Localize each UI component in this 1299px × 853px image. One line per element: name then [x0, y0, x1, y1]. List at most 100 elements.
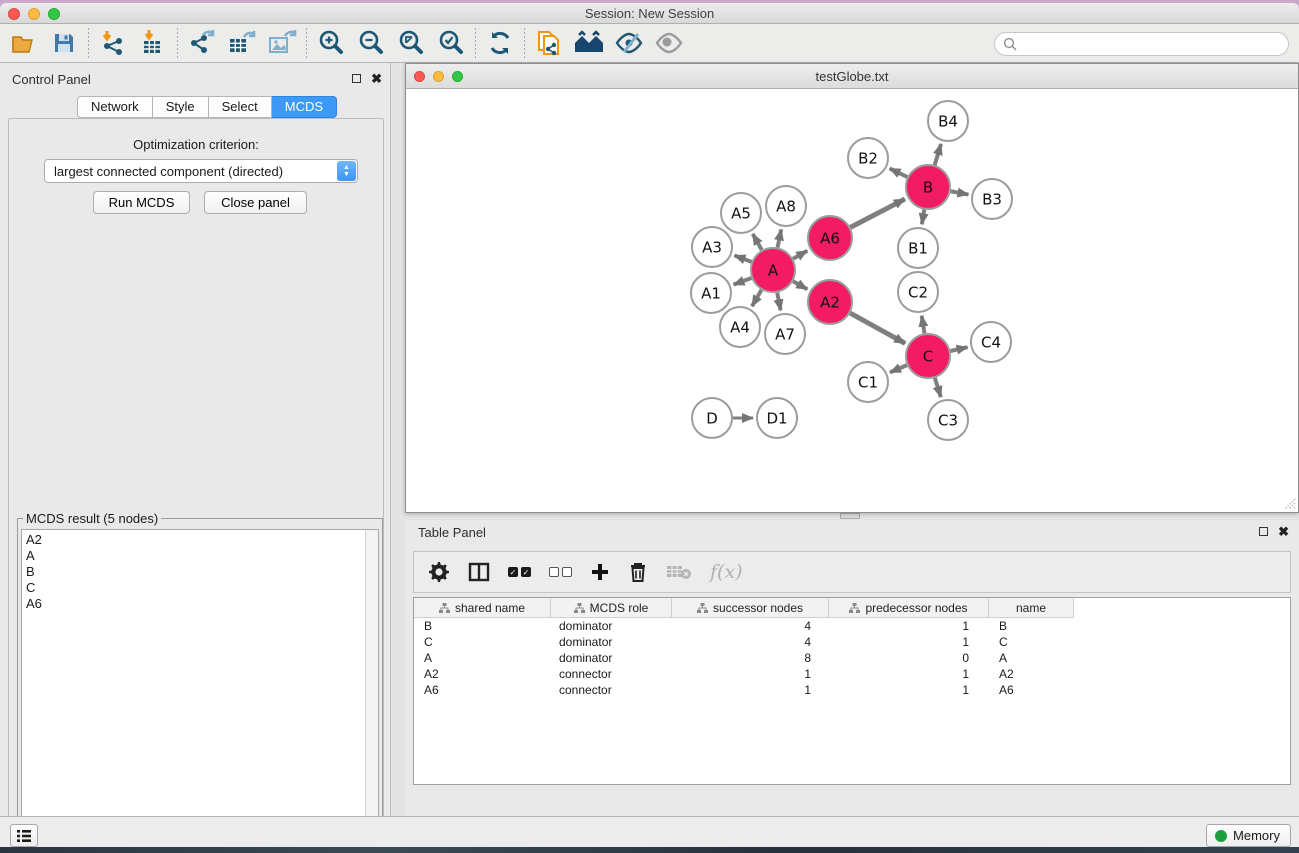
delete-table-icon[interactable] — [666, 558, 692, 586]
tab-style[interactable]: Style — [153, 96, 209, 118]
select-all-columns-icon[interactable]: ✓✓ — [508, 558, 531, 586]
tab-network[interactable]: Network — [77, 96, 153, 118]
node-B1[interactable]: B1 — [898, 228, 938, 268]
edge-A-A3[interactable] — [734, 255, 751, 261]
close-panel-icon[interactable]: ✖ — [371, 73, 382, 84]
edge-A-A2[interactable] — [793, 281, 807, 289]
svg-text:C3: C3 — [938, 411, 958, 429]
splitpane-divider-grip[interactable] — [840, 513, 860, 519]
edge-C-C2[interactable] — [922, 316, 925, 334]
edge-A-A6[interactable] — [793, 251, 807, 259]
table-row[interactable]: A6connector11A6 — [414, 682, 1290, 698]
edge-C-C3[interactable] — [935, 378, 941, 397]
edge-B-B2[interactable] — [890, 168, 908, 177]
column-header-name[interactable]: name — [989, 598, 1074, 618]
open-file-icon[interactable] — [6, 27, 42, 59]
node-B[interactable]: B — [906, 165, 950, 209]
edge-C-C1[interactable] — [890, 365, 907, 372]
mcds-result-legend: MCDS result (5 nodes) — [23, 511, 161, 526]
optimization-criterion-dropdown[interactable]: largest connected component (directed) ▲… — [44, 159, 358, 183]
network-window-titlebar[interactable]: testGlobe.txt — [406, 64, 1298, 89]
resize-grip-icon[interactable] — [1280, 494, 1296, 510]
table-options-icon[interactable] — [428, 558, 450, 586]
export-network-icon[interactable] — [184, 27, 220, 59]
hide-graphics-details-icon[interactable] — [611, 27, 647, 59]
import-network-icon[interactable] — [95, 27, 131, 59]
node-B2[interactable]: B2 — [848, 138, 888, 178]
mcds-result-list[interactable]: A2ABCA6 — [21, 529, 379, 847]
edge-B-B3[interactable] — [951, 191, 969, 194]
node-A1[interactable]: A1 — [691, 273, 731, 313]
node-A[interactable]: A — [751, 248, 795, 292]
float-panel-icon[interactable] — [1259, 527, 1268, 536]
zoom-in-icon[interactable] — [313, 27, 349, 59]
save-session-icon[interactable] — [46, 27, 82, 59]
network-canvas[interactable]: B4 B2 B B3 A8A5 A6 A3 B1 A C2 A1 A2 A4A7 C4 C C1 C3 D D1 — [407, 89, 1298, 512]
table-row[interactable]: Cdominator41C — [414, 634, 1290, 650]
close-panel-button[interactable]: Close panel — [204, 191, 307, 214]
node-B4[interactable]: B4 — [928, 101, 968, 141]
zoom-fit-icon[interactable] — [393, 27, 429, 59]
edge-A2-C[interactable] — [850, 313, 905, 343]
edge-A-A7[interactable] — [777, 293, 780, 311]
zoom-selected-icon[interactable] — [433, 27, 469, 59]
edge-A6-B[interactable] — [850, 199, 905, 227]
first-neighbors-icon[interactable] — [571, 27, 607, 59]
search-input[interactable] — [1022, 37, 1280, 52]
float-panel-icon[interactable] — [352, 74, 361, 83]
node-C1[interactable]: C1 — [848, 362, 888, 402]
apply-layout-icon[interactable] — [482, 27, 518, 59]
table-row[interactable]: A2connector11A2 — [414, 666, 1290, 682]
export-table-icon[interactable] — [224, 27, 260, 59]
create-new-column-icon[interactable] — [590, 558, 610, 586]
node-A8[interactable]: A8 — [766, 186, 806, 226]
node-A4[interactable]: A4 — [720, 307, 760, 347]
svg-text:A6: A6 — [820, 229, 840, 247]
node-C[interactable]: C — [906, 334, 950, 378]
column-header-predecessor-nodes[interactable]: predecessor nodes — [829, 598, 989, 618]
column-header-successor-nodes[interactable]: successor nodes — [672, 598, 829, 618]
export-image-icon[interactable] — [264, 27, 300, 59]
edge-A-A1[interactable] — [734, 278, 752, 285]
node-A6[interactable]: A6 — [808, 216, 852, 260]
tab-mcds[interactable]: MCDS — [272, 96, 337, 118]
task-history-button[interactable] — [10, 824, 38, 847]
table-cell: A6 — [989, 682, 1074, 698]
edge-C-C4[interactable] — [950, 347, 967, 351]
result-scrollbar[interactable] — [365, 530, 378, 847]
edge-A-A8[interactable] — [778, 230, 782, 248]
show-column-panel-icon[interactable] — [468, 558, 490, 586]
delete-columns-icon[interactable] — [628, 558, 648, 586]
edge-A-A4[interactable] — [752, 290, 761, 306]
node-A5[interactable]: A5 — [721, 193, 761, 233]
edge-A-A5[interactable] — [753, 234, 762, 250]
column-header-MCDS-role[interactable]: MCDS role — [551, 598, 672, 618]
new-network-from-selection-icon[interactable] — [531, 27, 567, 59]
node-D1[interactable]: D1 — [757, 398, 797, 438]
unselect-all-columns-icon[interactable] — [549, 558, 572, 586]
table-cell: 4 — [672, 634, 829, 650]
run-mcds-button[interactable]: Run MCDS — [93, 191, 190, 214]
table-row[interactable]: Adominator80A — [414, 650, 1290, 666]
node-C3[interactable]: C3 — [928, 400, 968, 440]
node-A7[interactable]: A7 — [765, 314, 805, 354]
node-C2[interactable]: C2 — [898, 272, 938, 312]
node-D[interactable]: D — [692, 398, 732, 438]
tab-select[interactable]: Select — [209, 96, 272, 118]
edge-B-B4[interactable] — [935, 144, 941, 165]
function-builder-icon[interactable]: f(x) — [710, 558, 743, 586]
search-field[interactable] — [994, 32, 1289, 56]
close-panel-icon[interactable]: ✖ — [1278, 526, 1289, 537]
column-header-shared-name[interactable]: shared name — [414, 598, 551, 618]
node-A3[interactable]: A3 — [692, 227, 732, 267]
memory-button[interactable]: Memory — [1206, 824, 1291, 847]
show-graphics-details-icon[interactable] — [651, 27, 687, 59]
node-A2[interactable]: A2 — [808, 280, 852, 324]
node-B3[interactable]: B3 — [972, 179, 1012, 219]
edge-B-B1[interactable] — [922, 210, 924, 225]
table-cell: dominator — [551, 634, 672, 650]
import-table-icon[interactable] — [135, 27, 171, 59]
table-row[interactable]: Bdominator41B — [414, 618, 1290, 634]
zoom-out-icon[interactable] — [353, 27, 389, 59]
node-C4[interactable]: C4 — [971, 322, 1011, 362]
